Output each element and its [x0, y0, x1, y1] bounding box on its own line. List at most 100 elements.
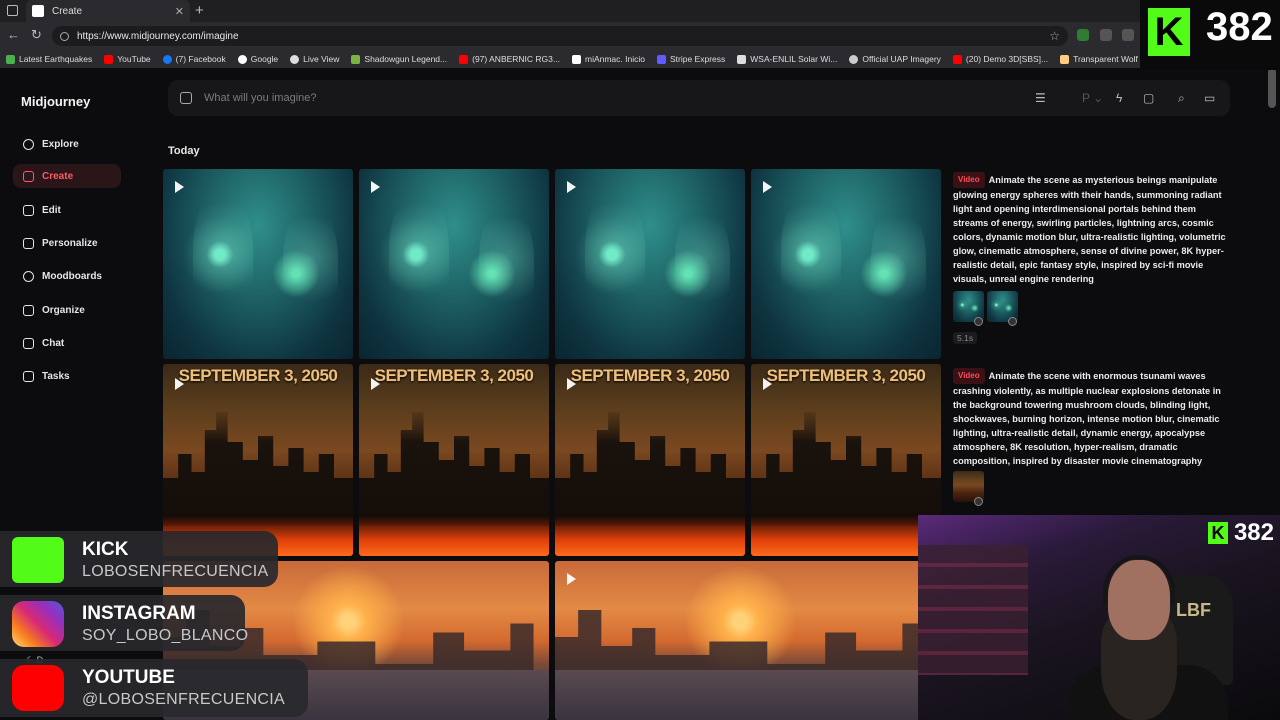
- thumbnail-caption: SEPTEMBER 3, 2050: [178, 366, 338, 385]
- speed-icon[interactable]: ϟ: [1116, 91, 1122, 105]
- window-menu-icon[interactable]: [7, 5, 18, 16]
- close-tab-icon[interactable]: ✕: [175, 5, 184, 18]
- thumbnail-art: [283, 204, 338, 314]
- job-prompt[interactable]: Video Animate the scene as mysterious bei…: [953, 172, 1228, 286]
- play-icon[interactable]: [567, 378, 576, 390]
- webcam-overlay: LBF K 382: [918, 515, 1280, 720]
- thumbnail-caption: SEPTEMBER 3, 2050: [570, 366, 730, 385]
- play-icon[interactable]: [567, 181, 576, 193]
- bookmark-icon: [6, 54, 15, 64]
- remix-icon[interactable]: [974, 497, 983, 506]
- extension-icon-2[interactable]: [1122, 29, 1134, 41]
- prompt-bar: ☰ P ⌄ ϟ ▢ ⌕ ▭: [168, 80, 1230, 116]
- thumbnail-art: [389, 189, 449, 309]
- social-handle: SOY_LOBO_BLANCO: [82, 627, 249, 644]
- prompt-input[interactable]: [204, 92, 1024, 104]
- video-thumbnail[interactable]: SEPTEMBER 3, 2050: [751, 364, 941, 556]
- video-thumbnail[interactable]: [555, 561, 941, 720]
- bookmark-item[interactable]: Shadowgun Legend...: [351, 54, 447, 64]
- chat-icon: [23, 337, 34, 349]
- address-bar[interactable]: https://www.midjourney.com/imagine ☆: [52, 26, 1068, 46]
- social-kick: KICK LOBOSENFRECUENCIA: [0, 531, 278, 587]
- settings-sliders-icon[interactable]: ☰: [1035, 91, 1046, 105]
- job-prompt[interactable]: Video Animate the scene with enormous tsu…: [953, 368, 1228, 468]
- thumbnail-art: [479, 204, 534, 314]
- remix-icon[interactable]: [1008, 317, 1017, 326]
- search-icon[interactable]: ⌕: [1178, 91, 1185, 106]
- bookmark-star-icon[interactable]: ☆: [1049, 29, 1060, 43]
- bookmark-item[interactable]: WSA-ENLIL Solar Wi...: [737, 54, 837, 64]
- bookmark-item[interactable]: (97) ANBERNIC RG3...: [459, 54, 560, 64]
- headphones-icon: [1103, 555, 1175, 605]
- new-tab-icon[interactable]: +: [195, 2, 204, 19]
- job-image-thumb[interactable]: [987, 291, 1018, 326]
- bookmark-icon: [737, 54, 747, 64]
- nav-tasks[interactable]: Tasks: [13, 364, 121, 388]
- video-badge: Video: [953, 172, 985, 188]
- play-icon[interactable]: [763, 181, 772, 193]
- bookmark-item[interactable]: Google: [237, 54, 278, 64]
- play-icon[interactable]: [371, 378, 380, 390]
- kick-viewer-badge: K 382: [1207, 519, 1274, 547]
- nav-personalize[interactable]: Personalize: [13, 231, 121, 255]
- kick-logo-icon: K: [1207, 522, 1228, 544]
- image-prompt-icon[interactable]: [180, 92, 192, 104]
- play-icon[interactable]: [763, 378, 772, 390]
- brush-icon: [23, 170, 34, 182]
- viewer-count: 382: [1206, 5, 1273, 49]
- social-instagram: INSTAGRAM SOY_LOBO_BLANCO: [0, 595, 249, 651]
- video-thumbnail[interactable]: SEPTEMBER 3, 2050: [555, 364, 745, 556]
- facebook-icon: [162, 54, 172, 64]
- browser-tab[interactable]: Create ✕: [26, 0, 190, 22]
- personalize-toggle-icon[interactable]: P ⌄: [1082, 91, 1103, 105]
- job-image-thumb[interactable]: [953, 471, 984, 506]
- chat-mode-icon[interactable]: ▢: [1143, 91, 1154, 105]
- job-image-thumb[interactable]: [953, 291, 984, 326]
- thumbnail-art: [751, 412, 941, 526]
- extension-icon[interactable]: [1100, 29, 1112, 41]
- video-thumbnail[interactable]: SEPTEMBER 3, 2050: [359, 364, 549, 556]
- chair-logo: LBF: [1176, 600, 1211, 620]
- page-scrollbar[interactable]: [1268, 68, 1276, 108]
- nav-edit[interactable]: Edit: [13, 198, 121, 222]
- video-thumbnail[interactable]: SEPTEMBER 3, 2050: [163, 364, 353, 556]
- nav-create[interactable]: Create: [13, 164, 121, 188]
- bookmark-item[interactable]: YouTube: [104, 54, 151, 64]
- nav-moodboards[interactable]: Moodboards: [13, 264, 121, 288]
- video-thumbnail[interactable]: [163, 169, 353, 359]
- video-thumbnail[interactable]: [359, 169, 549, 359]
- bookmark-item[interactable]: miAnmac. Inicio: [571, 54, 645, 64]
- app-logo[interactable]: Midjourney: [21, 94, 90, 109]
- site-info-icon[interactable]: [60, 31, 69, 41]
- folder-icon[interactable]: ▭: [1204, 91, 1215, 105]
- bookmark-item[interactable]: Latest Earthquakes: [6, 54, 92, 64]
- video-badge: Video: [953, 368, 985, 384]
- reload-icon[interactable]: ↻: [31, 27, 42, 43]
- viewer-count: 382: [1233, 519, 1274, 546]
- job-prompt-text: Animate the scene as mysterious beings m…: [953, 175, 1226, 284]
- bookmark-item[interactable]: (20) Demo 3D[SBS]...: [952, 54, 1048, 64]
- extension-shield-icon[interactable]: [1077, 29, 1089, 41]
- nav-chat[interactable]: Chat: [13, 331, 121, 355]
- video-thumbnail[interactable]: [751, 169, 941, 359]
- bookmark-item[interactable]: (7) Facebook: [162, 54, 226, 64]
- bookmark-item[interactable]: Official UAP Imagery: [849, 54, 941, 64]
- remix-icon[interactable]: [974, 317, 983, 326]
- youtube-icon: [104, 54, 114, 64]
- thumbnail-art: [871, 204, 926, 314]
- tab-title: Create: [52, 5, 83, 17]
- moodboard-icon: [23, 270, 34, 282]
- bookmark-item[interactable]: Stripe Express: [656, 54, 725, 64]
- bookmark-item[interactable]: Live View: [290, 54, 339, 64]
- tasks-icon: [23, 370, 34, 382]
- google-icon: [237, 54, 247, 64]
- bookmark-icon: [1060, 54, 1070, 64]
- play-icon[interactable]: [175, 181, 184, 193]
- video-thumbnail[interactable]: [555, 169, 745, 359]
- play-icon[interactable]: [175, 378, 184, 390]
- nav-explore[interactable]: Explore: [13, 132, 121, 156]
- nav-organize[interactable]: Organize: [13, 298, 121, 322]
- play-icon[interactable]: [371, 181, 380, 193]
- play-icon[interactable]: [567, 573, 576, 585]
- back-icon[interactable]: ←: [7, 27, 20, 42]
